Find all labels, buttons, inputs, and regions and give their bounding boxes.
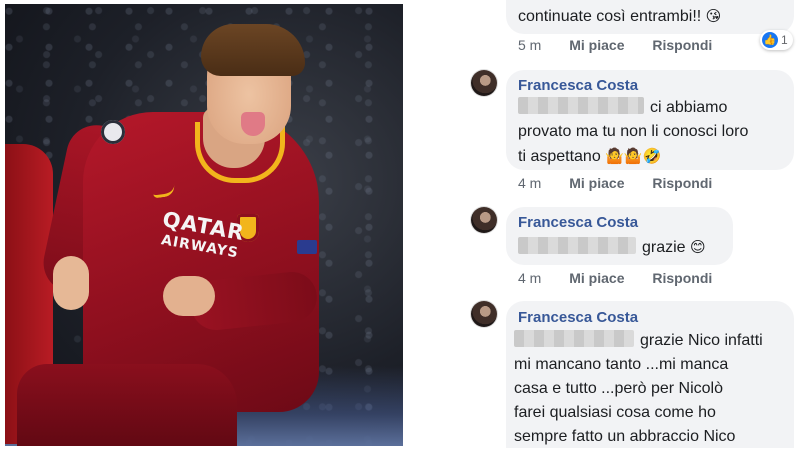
avatar[interactable] bbox=[471, 70, 497, 96]
comment-bubble: Francesca Costa ci abbiamo provato ma tu… bbox=[506, 70, 794, 170]
player-right-hand bbox=[163, 276, 215, 316]
smile-emoji-icon: 😊 bbox=[690, 238, 706, 256]
avatar[interactable] bbox=[471, 301, 497, 327]
comment-text: ci abbiamo provato ma tu non li conosci … bbox=[518, 97, 749, 165]
football-player-photo[interactable]: QATAR AIRWAYS bbox=[5, 4, 403, 446]
comment-text: continuate così entrambi!! 😘 bbox=[518, 7, 722, 25]
shrug-laugh-emoji-icon: 🤷🤷🤣 bbox=[605, 147, 662, 165]
avatar[interactable] bbox=[471, 207, 497, 233]
player-hair bbox=[201, 24, 305, 76]
comment-actions: 4 m Mi piace Rispondi bbox=[518, 270, 736, 286]
kiss-emoji-icon: 😘 bbox=[705, 7, 722, 25]
redacted-mention bbox=[518, 97, 644, 114]
comment-author[interactable]: Francesca Costa bbox=[518, 214, 638, 231]
comment-author[interactable]: Francesca Costa bbox=[518, 77, 638, 94]
champions-league-badge-icon bbox=[101, 120, 125, 144]
reply-link[interactable]: Rispondi bbox=[652, 175, 712, 191]
player-shorts bbox=[17, 364, 237, 446]
reply-link[interactable]: Rispondi bbox=[652, 37, 712, 53]
comment-text: grazie Nico infatti mi mancano tanto ...… bbox=[514, 330, 763, 445]
reply-link[interactable]: Rispondi bbox=[652, 270, 712, 286]
like-link[interactable]: Mi piace bbox=[569, 175, 624, 191]
reaction-count[interactable]: 👍 1 bbox=[760, 30, 793, 50]
comment-author[interactable]: Francesca Costa bbox=[518, 309, 638, 326]
player-tongue bbox=[241, 112, 265, 136]
like-link[interactable]: Mi piace bbox=[569, 37, 624, 53]
comment-actions: 4 m Mi piace Rispondi bbox=[518, 175, 736, 191]
comment-time[interactable]: 5 m bbox=[518, 37, 541, 53]
comment-bubble: Francesca Costa grazie 😊 bbox=[506, 207, 733, 265]
comment-actions: 5 m Mi piace Rispondi bbox=[518, 37, 736, 53]
sleeve-patch-icon bbox=[297, 240, 317, 254]
redacted-mention bbox=[514, 330, 634, 347]
player-left-hand bbox=[53, 256, 89, 310]
thumbs-up-icon: 👍 bbox=[762, 32, 778, 48]
comment-time[interactable]: 4 m bbox=[518, 175, 541, 191]
redacted-mention bbox=[518, 237, 636, 254]
comment-text: grazie 😊 bbox=[518, 235, 706, 260]
comment-bubble: Francesca Costa grazie Nico infatti mi m… bbox=[506, 301, 794, 448]
like-link[interactable]: Mi piace bbox=[569, 270, 624, 286]
comment-time[interactable]: 4 m bbox=[518, 270, 541, 286]
comment-bubble: continuate così entrambi!! 😘 bbox=[506, 0, 794, 34]
